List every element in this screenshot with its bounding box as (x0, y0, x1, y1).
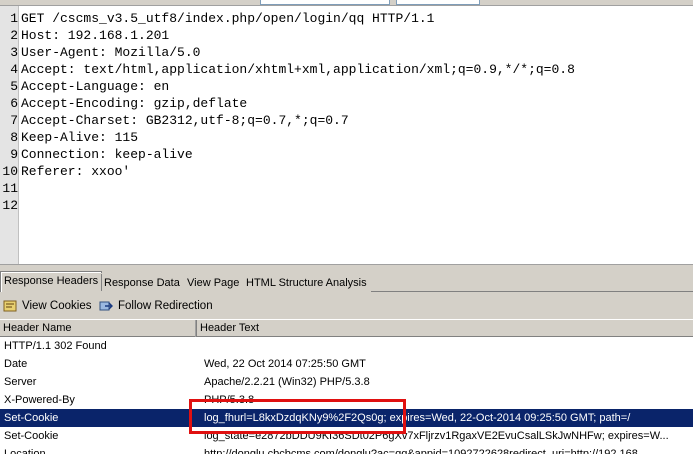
request-line[interactable]: 5 Accept-Language: en (0, 78, 169, 95)
line-number: 9 (10, 147, 18, 162)
header-name-cell: Location (4, 448, 46, 454)
table-row[interactable]: Location http://donglu.cbcbcms.com/donglu… (0, 445, 693, 454)
response-tabs: Response Headers Response Data View Page… (0, 270, 693, 292)
line-number: 4 (10, 62, 18, 77)
line-text: Accept-Language: en (21, 79, 170, 94)
tab-view-page[interactable]: View Page (183, 273, 244, 292)
line-number: 12 (2, 198, 18, 213)
table-row[interactable]: Server Apache/2.2.21 (Win32) PHP/5.3.8 (0, 373, 693, 391)
column-header-text[interactable]: Header Text (197, 320, 693, 337)
cookie-icon (3, 300, 17, 312)
tab-html-structure-analysis[interactable]: HTML Structure Analysis (242, 273, 371, 292)
view-cookies-button[interactable]: View Cookies (3, 298, 91, 314)
line-number: 5 (10, 79, 18, 94)
request-line[interactable]: 8 Keep-Alive: 115 (0, 129, 138, 146)
follow-redirection-label: Follow Redirection (118, 300, 213, 312)
request-editor[interactable]: 1 GET /cscms_v3.5_utf8/index.php/open/log… (0, 6, 693, 264)
line-number: 7 (10, 113, 18, 128)
header-name-cell: Set-Cookie (4, 430, 59, 442)
header-text-cell: log_state=e2872bDDU9KI36SDt02P6gXv7xFljr… (204, 430, 669, 442)
follow-redirection-button[interactable]: Follow Redirection (99, 298, 213, 314)
line-number: 10 (2, 164, 18, 179)
header-name-cell: X-Powered-By (4, 394, 75, 406)
header-name-cell: HTTP/1.1 302 Found (4, 340, 107, 352)
request-line[interactable]: 7 Accept-Charset: GB2312,utf-8;q=0.7,*;q=… (0, 112, 349, 129)
header-text-cell: Wed, 22 Oct 2014 07:25:50 GMT (204, 358, 366, 370)
line-text: Referer: xxoo' (21, 164, 131, 179)
request-line[interactable]: 4 Accept: text/html,application/xhtml+xml… (0, 61, 575, 78)
column-header-name[interactable]: Header Name (0, 320, 197, 337)
request-line[interactable]: 12 (0, 197, 21, 214)
header-name-cell: Date (4, 358, 28, 370)
redirect-icon (99, 301, 113, 311)
header-name-cell: Set-Cookie (4, 412, 59, 424)
cut-off-dropdown-2[interactable] (396, 0, 480, 5)
tab-response-headers[interactable]: Response Headers (0, 271, 103, 292)
table-row[interactable]: Set-Cookie log_fhurl=L8kxDzdqKNy9%2F2Qs0g… (0, 409, 693, 427)
header-text-cell: log_fhurl=L8kxDzdqKNy9%2F2Qs0g; expires=… (204, 412, 631, 424)
line-text: User-Agent: Mozilla/5.0 (21, 45, 201, 60)
request-line[interactable]: 10 Referer: xxoo' (0, 163, 130, 180)
request-line[interactable]: 9 Connection: keep-alive (0, 146, 193, 163)
table-row[interactable]: Set-Cookie log_state=e2872bDDU9KI36SDt02P… (0, 427, 693, 445)
line-text: Accept: text/html,application/xhtml+xml,… (21, 62, 575, 77)
table-row[interactable]: X-Powered-By PHP/5.3.8 (0, 391, 693, 409)
line-number: 8 (10, 130, 18, 145)
table-row[interactable]: Date Wed, 22 Oct 2014 07:25:50 GMT (0, 355, 693, 373)
line-number: 2 (10, 28, 18, 43)
line-number: 6 (10, 96, 18, 111)
line-text (19, 181, 21, 196)
line-text: Accept-Encoding: gzip,deflate (21, 96, 248, 111)
header-text-cell: Apache/2.2.21 (Win32) PHP/5.3.8 (204, 376, 370, 388)
line-text (19, 198, 21, 213)
line-number: 11 (2, 181, 18, 196)
request-line[interactable]: 1 GET /cscms_v3.5_utf8/index.php/open/log… (0, 10, 434, 27)
table-row[interactable]: HTTP/1.1 302 Found (0, 337, 693, 355)
view-cookies-label: View Cookies (22, 300, 92, 312)
line-text: Keep-Alive: 115 (21, 130, 139, 145)
header-text-cell: PHP/5.3.8 (204, 394, 255, 406)
line-number: 3 (10, 45, 18, 60)
response-headers-table: Header Name Header Text HTTP/1.1 302 Fou… (0, 319, 693, 454)
request-line[interactable]: 3 User-Agent: Mozilla/5.0 (0, 44, 200, 61)
header-text-cell (204, 337, 690, 355)
request-line[interactable]: 11 (0, 180, 21, 197)
cut-off-dropdown[interactable] (260, 0, 390, 5)
tab-response-data[interactable]: Response Data (100, 273, 184, 292)
header-name-cell: Server (4, 376, 37, 388)
line-text: Connection: keep-alive (21, 147, 193, 162)
line-text: GET /cscms_v3.5_utf8/index.php/open/logi… (21, 11, 435, 26)
line-number: 1 (10, 11, 18, 26)
line-text: Host: 192.168.1.201 (21, 28, 170, 43)
table-header: Header Name Header Text (0, 319, 693, 337)
request-line[interactable]: 2 Host: 192.168.1.201 (0, 27, 169, 44)
response-toolbar: View Cookies Follow Redirection (0, 293, 693, 319)
request-line[interactable]: 6 Accept-Encoding: gzip,deflate (0, 95, 247, 112)
header-text-cell: http://donglu.cbcbcms.com/donglu?ac=qq&a… (204, 448, 648, 454)
line-text: Accept-Charset: GB2312,utf-8;q=0.7,*;q=0… (21, 113, 349, 128)
